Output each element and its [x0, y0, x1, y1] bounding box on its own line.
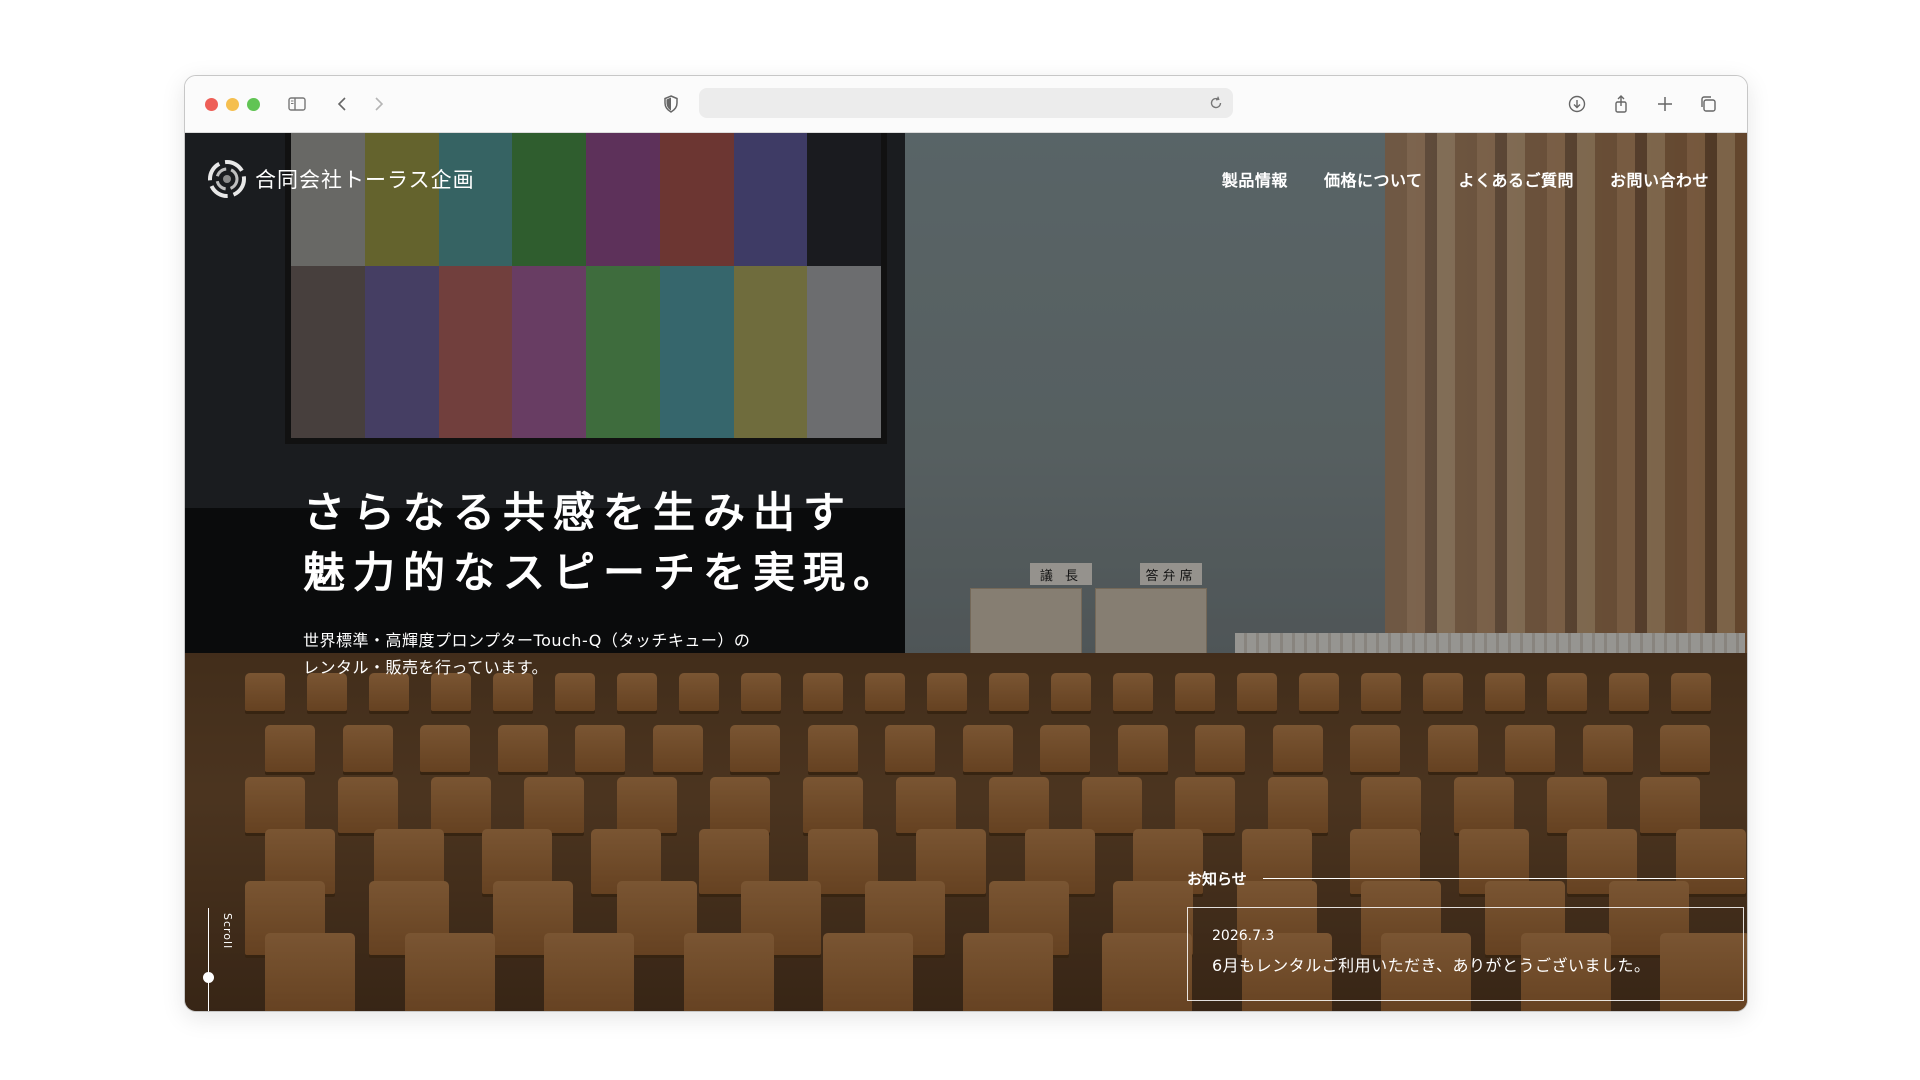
sidebar-icon[interactable]: [285, 92, 309, 116]
shield-icon[interactable]: [659, 92, 683, 116]
torus-logo-icon: [208, 160, 246, 198]
news-date: 2026.7.3: [1212, 928, 1275, 944]
hero-title-line2: 魅力的なスピーチを実現。: [303, 548, 904, 597]
nav-pricing[interactable]: 価格について: [1324, 167, 1423, 191]
reload-icon[interactable]: [1207, 94, 1225, 112]
zoom-window-button[interactable]: [247, 98, 260, 111]
scroll-indicator-dot[interactable]: [203, 972, 214, 983]
main-nav: 製品情報 価格について よくあるご質問 お問い合わせ: [1222, 167, 1709, 191]
scroll-label: Scroll: [221, 913, 234, 950]
hero-sub-line2: レンタル・販売を行っています。: [303, 658, 549, 677]
nav-products[interactable]: 製品情報: [1222, 167, 1288, 191]
hero-subtitle: 世界標準・高輝度プロンプターTouch-Q（タッチキュー）の レンタル・販売を行…: [303, 627, 903, 681]
close-window-button[interactable]: [205, 98, 218, 111]
tabs-overview-icon[interactable]: [1696, 92, 1720, 116]
news-heading-label: お知らせ: [1187, 870, 1247, 888]
browser-window: 議 長 答弁席 合同会社トーラス企画 製品情報 価格について よくあるご質問 お…: [184, 75, 1748, 1012]
logo-text: 合同会社トーラス企画: [255, 168, 475, 192]
hero-title-line1: さらなる共感を生み出す: [303, 488, 854, 537]
hero-sub-line1: 世界標準・高輝度プロンプターTouch-Q（タッチキュー）の: [303, 631, 751, 650]
site-logo[interactable]: 合同会社トーラス企画: [207, 159, 475, 199]
news-text: 6月もレンタルご利用いただき、ありがとうございました。: [1212, 956, 1651, 975]
hero-title: さらなる共感を生み出す 魅力的なスピーチを実現。: [303, 483, 903, 603]
back-icon[interactable]: [331, 92, 355, 116]
nav-contact[interactable]: お問い合わせ: [1610, 167, 1709, 191]
forward-icon[interactable]: [366, 92, 390, 116]
scroll-indicator-line: [208, 908, 209, 1011]
news-item[interactable]: 2026.7.3 6月もレンタルご利用いただき、ありがとうございました。: [1187, 907, 1744, 1001]
news-heading: お知らせ: [1187, 868, 1744, 889]
nav-faq[interactable]: よくあるご質問: [1458, 167, 1574, 191]
minimize-window-button[interactable]: [226, 98, 239, 111]
share-icon[interactable]: [1609, 92, 1633, 116]
news-section: お知らせ 2026.7.3 6月もレンタルご利用いただき、ありがとうございました…: [1187, 868, 1744, 1001]
address-bar[interactable]: [699, 88, 1233, 118]
download-icon[interactable]: [1565, 92, 1589, 116]
hero-copy: さらなる共感を生み出す 魅力的なスピーチを実現。 世界標準・高輝度プロンプターT…: [303, 483, 903, 681]
page-viewport: 議 長 答弁席 合同会社トーラス企画 製品情報 価格について よくあるご質問 お…: [185, 133, 1747, 1011]
news-heading-rule: [1262, 878, 1744, 879]
new-tab-icon[interactable]: [1653, 92, 1677, 116]
browser-toolbar: [185, 76, 1747, 133]
